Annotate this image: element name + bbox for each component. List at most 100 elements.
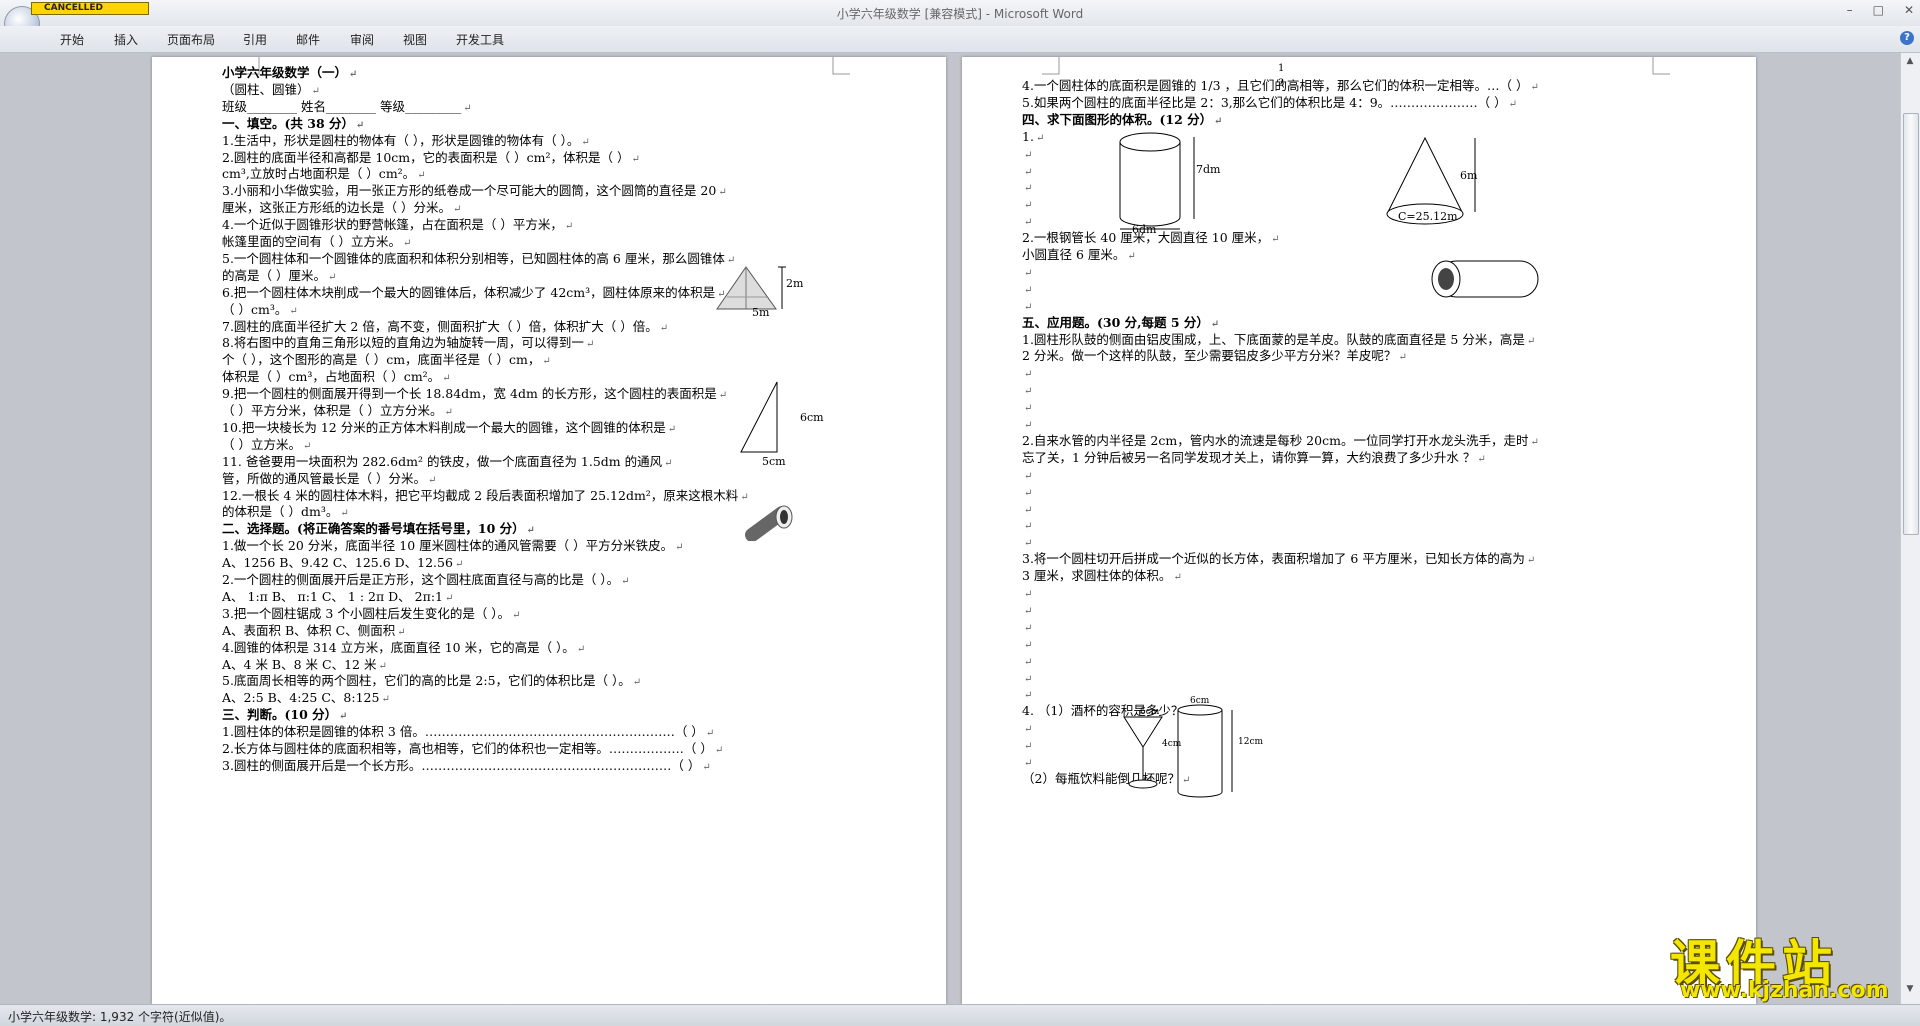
paragraph-mark-icon: ↵ xyxy=(564,221,574,233)
document-line: ↵ xyxy=(1022,586,1032,602)
document-line: （ ）cm³。 ↵ xyxy=(222,301,298,317)
document-line: A、表面积 B、体积 C、侧面积 ↵ xyxy=(222,622,406,638)
close-button[interactable]: ✕ xyxy=(1904,3,1914,17)
document-line: 5.底面周长相等的两个圆柱，它们的高的比是 2:5，它们的体积比是（ ）。 ↵ xyxy=(222,673,642,689)
maximize-button[interactable]: □ xyxy=(1873,3,1884,17)
tab-references[interactable]: 引用 xyxy=(243,31,267,48)
document-line: A、4 米 B、8 米 C、12 米 ↵ xyxy=(222,656,387,672)
help-icon[interactable]: ? xyxy=(1900,31,1914,45)
document-line: ↵ xyxy=(1022,164,1032,180)
paragraph-mark-icon: ↵ xyxy=(339,711,348,723)
cylinder-height-label: 7dm xyxy=(1196,163,1221,176)
document-line: 管，所做的通风管最长是（ ）分米。 ↵ xyxy=(222,470,437,486)
document-line: 3 厘米，求圆柱体的体积。 ↵ xyxy=(1022,568,1182,584)
paragraph-mark-icon: ↵ xyxy=(631,153,640,165)
document-line: ↵ xyxy=(1022,468,1032,484)
paragraph-mark-icon: ↵ xyxy=(702,761,711,773)
document-line: A、2:5 B、4:25 C、8:125 ↵ xyxy=(222,690,390,706)
document-line: 2.一个圆柱的侧面展开后是正方形，这个圆柱底面直径与高的比是（ ）。 ↵ xyxy=(222,572,630,588)
scroll-thumb[interactable] xyxy=(1903,113,1919,535)
document-line: 三、判断。(10 分） ↵ xyxy=(222,707,348,723)
paragraph-mark-icon: ↵ xyxy=(675,542,684,554)
status-bar: 小学六年级数学: 1,932 个字符(近似值)。 xyxy=(0,1004,1920,1026)
document-page-1[interactable]: 小学六年级数学（一） ↵ （圆柱、圆锥） ↵ 班级________ 姓名________… xyxy=(152,57,946,1004)
document-line: 五、应用题。(30 分,每题 5 分） ↵ xyxy=(1022,314,1220,330)
document-line: ↵ xyxy=(1022,485,1032,501)
paragraph-mark-icon: ↵ xyxy=(444,407,453,418)
document-line: ↵ xyxy=(1022,180,1032,196)
document-line: ↵ xyxy=(1022,637,1032,653)
status-text: 小学六年级数学: 1,932 个字符(近似值)。 xyxy=(8,1010,232,1024)
tab-review[interactable]: 审阅 xyxy=(350,31,374,48)
tab-home[interactable]: 开始 xyxy=(60,31,84,48)
paragraph-mark-icon: ↵ xyxy=(452,204,462,216)
cylinder-figure xyxy=(1119,132,1195,230)
document-line: 3.圆柱的侧面展开后是一个长方形。……………………………………………………（ ）… xyxy=(222,757,711,773)
document-line: 四、求下面图形的体积。(12 分） ↵ xyxy=(1022,111,1223,127)
paragraph-mark-icon: ↵ xyxy=(1024,504,1033,516)
margin-corner-mark xyxy=(832,57,850,75)
document-line: ↵ xyxy=(1022,620,1032,636)
document-line: A、 1:π B、 π:1 C、 1 : 2π D、 2π:1 ↵ xyxy=(222,588,454,604)
scroll-up-icon[interactable]: ▲ xyxy=(1904,55,1916,67)
paragraph-mark-icon: ↵ xyxy=(1035,132,1045,144)
paragraph-mark-icon: ↵ xyxy=(1271,234,1280,246)
tent-width-label: 5m xyxy=(752,306,770,319)
document-line: ↵ xyxy=(1022,147,1032,163)
document-line: ↵ xyxy=(1022,721,1032,737)
document-line: 厘米，这张正方形纸的边长是（ ）分米。 ↵ xyxy=(222,200,462,216)
paragraph-mark-icon: ↵ xyxy=(1024,538,1033,550)
paragraph-mark-icon: ↵ xyxy=(1024,166,1033,178)
paragraph-mark-icon: ↵ xyxy=(581,136,590,148)
document-line: 4.圆锥的体积是 314 立方米，底面直径 10 米，它的高是（ ）。 ↵ xyxy=(222,639,586,655)
document-line: ↵ xyxy=(1022,197,1032,213)
paragraph-mark-icon: ↵ xyxy=(1024,149,1033,161)
vertical-scrollbar[interactable]: ▲ ▼ xyxy=(1900,53,1920,1004)
tab-mailings[interactable]: 邮件 xyxy=(296,31,320,48)
paragraph-mark-icon: ↵ xyxy=(1024,690,1033,702)
paragraph-mark-icon: ↵ xyxy=(1024,386,1033,398)
glass-height-label: 4cm xyxy=(1162,739,1182,749)
paragraph-mark-icon: ↵ xyxy=(1024,741,1033,753)
minimize-button[interactable]: – xyxy=(1847,3,1853,17)
paragraph-mark-icon: ↵ xyxy=(442,373,451,385)
paragraph-mark-icon: ↵ xyxy=(1024,267,1033,279)
paragraph-mark-icon: ↵ xyxy=(1214,115,1223,127)
margin-corner-mark xyxy=(1652,57,1670,75)
paragraph-mark-icon: ↵ xyxy=(381,694,390,706)
paragraph-mark-icon: ↵ xyxy=(1508,98,1518,110)
tab-page-layout[interactable]: 页面布局 xyxy=(167,31,215,48)
document-line: 帐篷里面的空间有（ ）立方米。 ↵ xyxy=(222,234,412,250)
document-line: （圆柱、圆锥） ↵ xyxy=(222,81,320,97)
tab-view[interactable]: 视图 xyxy=(403,31,427,48)
paragraph-mark-icon: ↵ xyxy=(1024,301,1033,313)
paragraph-mark-icon: ↵ xyxy=(311,85,320,97)
document-line: 5.一个圆柱体和一个圆锥体的底面积和体积分别相等，已知圆柱体的高 6 厘米，那么… xyxy=(222,250,736,266)
paragraph-mark-icon: ↵ xyxy=(1398,352,1407,364)
document-line: （ ）平方分米，体积是（ ）立方分米。 ↵ xyxy=(222,403,453,419)
paragraph-mark-icon: ↵ xyxy=(542,356,551,368)
bottle-height-label: 12cm xyxy=(1238,737,1264,747)
document-page-2[interactable]: 1 3 4.一个圆柱体的底面积是圆锥的 1/3 ，且它们的高相等，那么它们的体积… xyxy=(962,57,1756,1004)
document-line: 二、选择题。(将正确答案的番号填在括号里，10 分） ↵ xyxy=(222,521,536,537)
cone-circumference-label: C=25.12m xyxy=(1398,210,1458,223)
document-line: 2.圆柱的底面半径和高都是 10cm，它的表面积是（ ）cm²，体积是（ ） ↵ xyxy=(222,149,640,165)
paragraph-mark-icon: ↵ xyxy=(1024,724,1033,736)
paragraph-mark-icon: ↵ xyxy=(1024,521,1033,533)
paragraph-mark-icon: ↵ xyxy=(576,643,586,655)
document-line: 一、填空。(共 38 分） ↵ xyxy=(222,115,365,131)
paragraph-mark-icon: ↵ xyxy=(1024,420,1033,431)
tab-developer[interactable]: 开发工具 xyxy=(456,31,504,48)
document-line: ↵ xyxy=(1022,383,1032,399)
document-line: 1.圆柱体的体积是圆锥的体积 3 倍。……………………………………………………（… xyxy=(222,724,715,740)
vent-pipe-figure xyxy=(745,505,793,541)
document-line: 的体积是（ ）dm³。 ↵ xyxy=(222,504,349,520)
document-line: ↵ xyxy=(1022,502,1032,518)
paragraph-mark-icon: ↵ xyxy=(417,170,426,182)
document-line: 忘了关，1 分钟后被另一名同学发现才关上，请你算一算，大约浪费了多少升水 ？ ↵ xyxy=(1022,449,1486,465)
triangle-base-label: 5cm xyxy=(762,455,786,468)
document-line: ↵ xyxy=(1022,214,1032,230)
paragraph-mark-icon: ↵ xyxy=(327,271,337,283)
paragraph-mark-icon: ↵ xyxy=(427,474,437,486)
tab-insert[interactable]: 插入 xyxy=(114,31,138,48)
